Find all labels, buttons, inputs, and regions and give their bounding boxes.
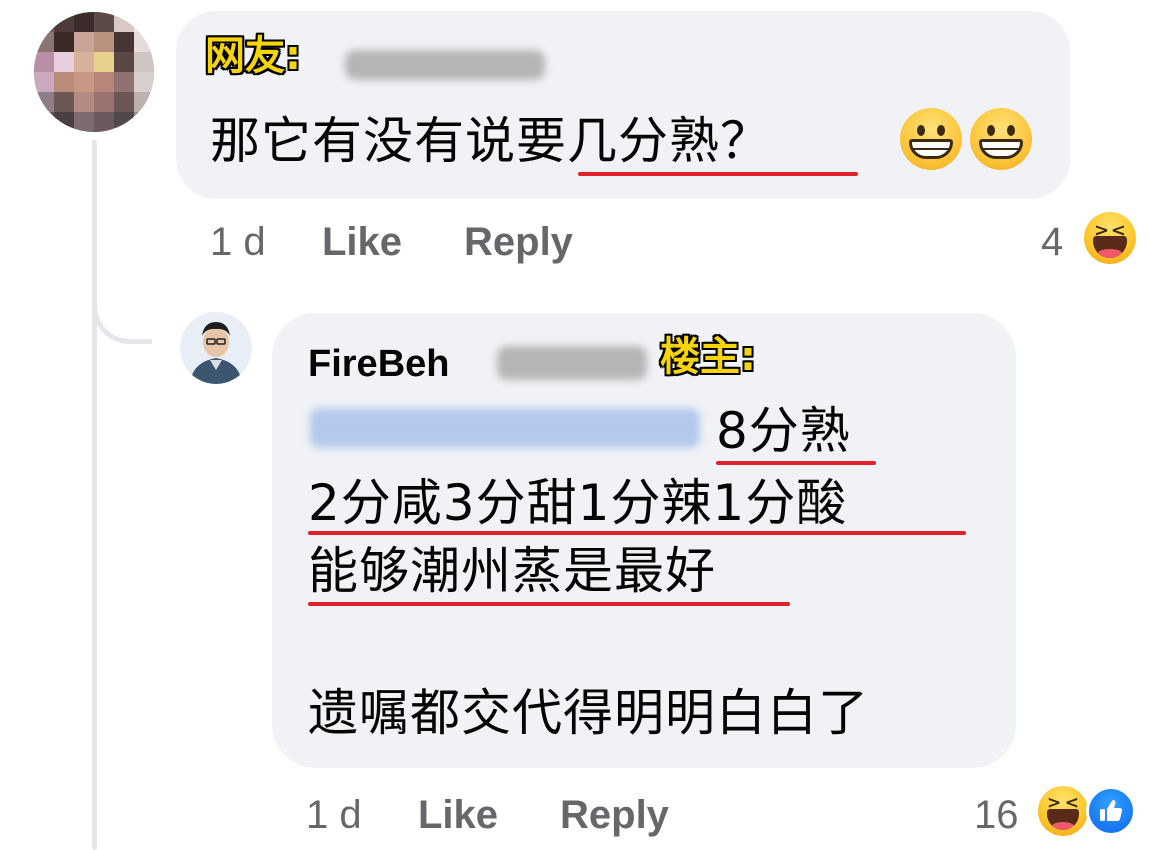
avatar[interactable] bbox=[34, 12, 154, 132]
pixelated-avatar-image bbox=[34, 12, 154, 132]
thread-line bbox=[92, 140, 97, 850]
blurred-author-name[interactable] bbox=[497, 346, 647, 380]
grinning-face-icon bbox=[970, 108, 1032, 170]
reply-timestamp[interactable]: 1 d bbox=[306, 795, 362, 835]
blurred-mention-link[interactable] bbox=[310, 408, 700, 448]
like-button[interactable]: Like bbox=[418, 795, 498, 835]
comment-thread: 网友: 那它有没有说要几分熟？ 1 d Like Reply 4 > < Fire… bbox=[0, 0, 1170, 850]
red-underline bbox=[308, 602, 790, 606]
reply-text-line: 遗嘱都交代得明明白白了 bbox=[308, 684, 869, 742]
blurred-author-name[interactable] bbox=[345, 50, 545, 80]
grinning-face-icon bbox=[900, 108, 962, 170]
reply-text-line: 2分咸3分甜1分辣1分酸 bbox=[308, 474, 848, 532]
thread-connector bbox=[92, 290, 152, 344]
haha-reaction-icon[interactable]: > < bbox=[1084, 212, 1136, 264]
reply-text-line: 8分熟 bbox=[716, 402, 851, 460]
reaction-count[interactable]: 16 bbox=[974, 795, 1019, 835]
red-underline bbox=[308, 531, 966, 535]
reaction-count[interactable]: 4 bbox=[1041, 222, 1063, 262]
thumbs-up-icon bbox=[1100, 800, 1123, 821]
reply-button[interactable]: Reply bbox=[560, 795, 669, 835]
op-tag: 楼主: bbox=[660, 334, 756, 380]
comment-text: 那它有没有说要几分熟？ bbox=[210, 112, 771, 170]
commenter-tag: 网友: bbox=[205, 33, 301, 79]
person-avatar-icon bbox=[180, 312, 252, 384]
avatar[interactable] bbox=[180, 312, 252, 384]
reply-button[interactable]: Reply bbox=[464, 222, 573, 262]
like-button[interactable]: Like bbox=[322, 222, 402, 262]
red-underline bbox=[716, 461, 876, 465]
red-underline bbox=[578, 172, 858, 176]
like-reaction-icon[interactable] bbox=[1086, 786, 1136, 836]
reply-text-line: 能够潮州蒸是最好 bbox=[308, 542, 716, 600]
author-name[interactable]: FireBeh bbox=[308, 345, 449, 383]
comment-bubble bbox=[176, 11, 1070, 199]
haha-reaction-icon[interactable]: > < bbox=[1038, 786, 1088, 836]
comment-timestamp[interactable]: 1 d bbox=[210, 222, 266, 262]
